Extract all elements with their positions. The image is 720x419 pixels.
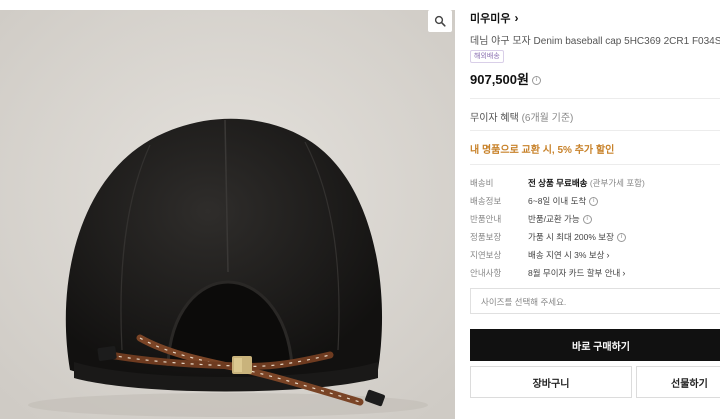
info-icon[interactable]: i — [589, 197, 599, 207]
row-value: 반품/교환 가능 i — [528, 213, 592, 225]
info-row-delay-compensation[interactable]: 지연보상 배송 지연 시 3% 보상 › — [470, 249, 720, 263]
magnifier-icon — [434, 15, 446, 27]
row-label: 배송비 — [470, 178, 494, 188]
row-label: 안내사항 — [470, 268, 502, 278]
buy-now-button[interactable]: 바로 구매하기 — [470, 329, 720, 361]
trade-in-promo[interactable]: 내 명품으로 교환 시, 5% 추가 할인 — [470, 141, 614, 156]
cap-illustration — [0, 10, 455, 419]
zoom-button[interactable] — [428, 10, 452, 32]
divider — [470, 130, 720, 131]
row-label: 배송정보 — [470, 196, 502, 206]
row-value: 8월 무이자 카드 할부 안내 › — [528, 268, 626, 278]
interest-free-period: (6개월 기준) — [521, 113, 574, 124]
brand-name: 미우미우 — [470, 13, 511, 25]
row-label: 반품안내 — [470, 214, 502, 224]
info-row-authenticity: 정품보장 가품 시 최대 200% 보장 i — [470, 231, 720, 245]
product-price: 907,500원 i — [470, 69, 541, 88]
add-to-cart-button[interactable]: 장바구니 — [470, 366, 632, 398]
info-row-shipping-fee: 배송비 전 상품 무료배송 (관부가세 포함) — [470, 177, 720, 191]
shipping-badge: 해외배송 — [470, 50, 504, 63]
brand-link[interactable]: 미우미우 › — [470, 10, 518, 26]
info-icon[interactable]: i — [531, 76, 541, 86]
row-label: 정품보장 — [470, 232, 502, 242]
row-value: 가품 시 최대 200% 보장 i — [528, 231, 626, 243]
info-row-delivery: 배송정보 6~8일 이내 도착 i — [470, 195, 720, 209]
row-value: 배송 지연 시 3% 보상 › — [528, 250, 610, 260]
chevron-right-icon: › — [514, 11, 519, 25]
interest-free-benefit: 무이자 혜택 (6개월 기준) — [470, 109, 573, 124]
row-value: 전 상품 무료배송 (관부가세 포함) — [528, 178, 645, 188]
gift-button[interactable]: 선물하기 — [636, 366, 720, 398]
divider — [470, 98, 720, 99]
product-title: 데님 야구 모자 Denim baseball cap 5HC369 2CR1 … — [470, 36, 720, 47]
product-info-panel: 미우미우 › 데님 야구 모자 Denim baseball cap 5HC369… — [470, 0, 720, 419]
product-image[interactable] — [0, 10, 455, 419]
row-label: 지연보상 — [470, 250, 502, 260]
info-row-notice[interactable]: 안내사항 8월 무이자 카드 할부 안내 › — [470, 267, 720, 281]
info-icon[interactable]: i — [616, 233, 626, 243]
interest-free-label: 무이자 혜택 — [470, 113, 519, 124]
price-value: 907,500원 — [470, 72, 529, 87]
size-select[interactable]: 사이즈를 선택해 주세요. — [470, 288, 720, 314]
chevron-right-icon: › — [606, 250, 610, 260]
chevron-right-icon: › — [622, 268, 626, 278]
info-icon[interactable]: i — [582, 215, 592, 225]
divider — [470, 164, 720, 165]
info-row-returns: 반품안내 반품/교환 가능 i — [470, 213, 720, 227]
row-value: 6~8일 이내 도착 i — [528, 195, 599, 207]
